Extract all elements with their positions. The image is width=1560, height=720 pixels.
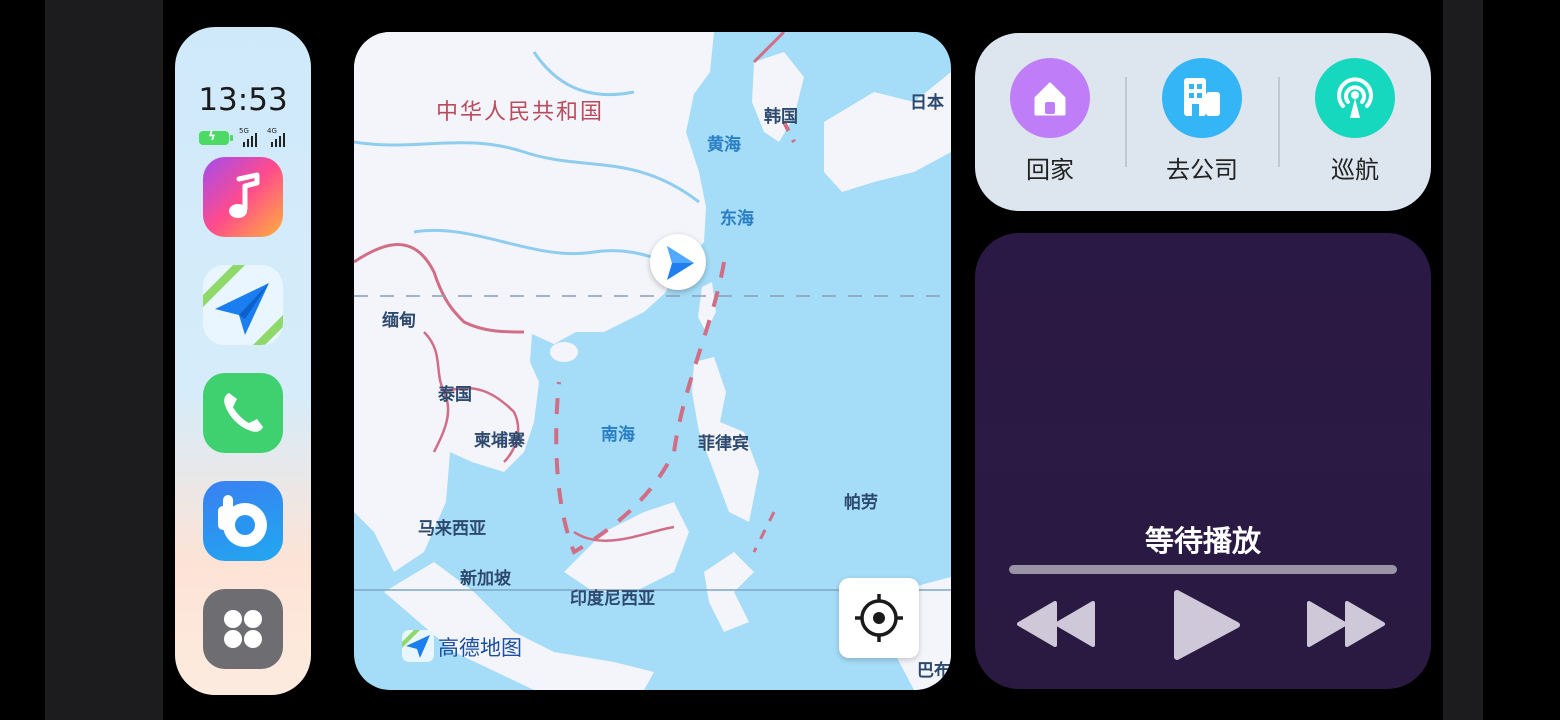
fast-forward-button[interactable] (1307, 601, 1387, 653)
now-playing-title: 等待播放 (1144, 524, 1261, 558)
map-brand-text: 高德地图 (438, 636, 522, 660)
navigation-app-button[interactable] (203, 265, 283, 345)
play-icon (1174, 590, 1240, 660)
map-label-myanmar: 缅甸 (382, 311, 416, 331)
map-label-palau: 帕劳 (844, 493, 878, 513)
go-office-label: 去公司 (1166, 156, 1238, 184)
office-icon-circle (1162, 58, 1242, 138)
media-player: 等待播放 (975, 233, 1431, 689)
assistant-app-button[interactable] (203, 481, 283, 561)
map-label-east-sea: 东海 (720, 209, 754, 229)
carplay-screen: 13:53 ϟ 5G 4G 中华人民共和国 韩国 日本 黄海 东海 缅甸 泰国 … (0, 0, 1560, 720)
apps-grid-icon (224, 610, 262, 648)
map-label-cambodia: 柬埔寨 (474, 431, 525, 451)
cruise-button[interactable]: 巡航 (1295, 58, 1415, 198)
home-icon-circle (1010, 58, 1090, 138)
fast-forward-icon (1307, 601, 1385, 647)
map-label-singapore: 新加坡 (460, 569, 511, 589)
status-row: ϟ 5G 4G (199, 127, 289, 149)
crosshair-icon (855, 594, 903, 642)
map-label-papua: 巴布 (917, 661, 951, 681)
home-icon (1034, 82, 1066, 116)
rewind-icon (1017, 601, 1095, 647)
broadcast-tower-icon (1337, 77, 1373, 118)
signal-4g-icon: 4G (267, 127, 291, 147)
map-label-malaysia: 马来西亚 (418, 519, 486, 539)
go-home-button[interactable]: 回家 (990, 58, 1110, 198)
map-label-south-sea: 南海 (601, 425, 635, 445)
left-bezel (45, 0, 163, 720)
go-home-label: 回家 (1026, 156, 1074, 184)
playback-progress-bar[interactable] (1009, 565, 1397, 574)
go-office-button[interactable]: 去公司 (1142, 58, 1262, 198)
quick-actions-panel: 回家 去公司 巡航 (975, 33, 1431, 211)
paper-plane-icon (203, 265, 283, 345)
app-dock: 13:53 ϟ 5G 4G (175, 27, 311, 695)
music-note-icon (229, 172, 260, 218)
play-button[interactable] (1171, 589, 1243, 665)
divider (1125, 77, 1127, 167)
map-view[interactable]: 中华人民共和国 韩国 日本 黄海 东海 缅甸 泰国 柬埔寨 南海 菲律宾 帕劳 … (354, 32, 951, 690)
phone-app-button[interactable] (203, 373, 283, 453)
office-building-icon (1184, 78, 1220, 116)
more-apps-button[interactable] (203, 589, 283, 669)
current-position-marker (650, 234, 706, 290)
divider (1278, 77, 1280, 167)
signal-5g-icon: 5G (239, 127, 263, 147)
locate-me-button[interactable] (839, 578, 919, 658)
amap-logo-icon (402, 630, 434, 662)
phone-icon (224, 393, 263, 432)
navigation-arrow-icon (667, 246, 694, 280)
rewind-button[interactable] (1017, 601, 1097, 653)
map-brand-logo: 高德地图 (402, 630, 522, 662)
music-app-button[interactable] (203, 157, 283, 237)
right-bezel (1443, 0, 1483, 720)
assistant-b-icon (218, 495, 267, 547)
cruise-icon-circle (1315, 58, 1395, 138)
map-label-china: 中华人民共和国 (436, 100, 605, 125)
map-label-yellow-sea: 黄海 (707, 135, 741, 155)
battery-charging-icon: ϟ (199, 129, 233, 145)
map-label-indonesia: 印度尼西亚 (570, 589, 655, 609)
map-label-japan: 日本 (910, 93, 944, 113)
cruise-label: 巡航 (1331, 156, 1379, 184)
map-label-thailand: 泰国 (438, 385, 472, 405)
status-time: 13:53 (198, 82, 288, 118)
map-label-philippines: 菲律宾 (698, 434, 749, 454)
map-label-korea: 韩国 (764, 107, 798, 127)
